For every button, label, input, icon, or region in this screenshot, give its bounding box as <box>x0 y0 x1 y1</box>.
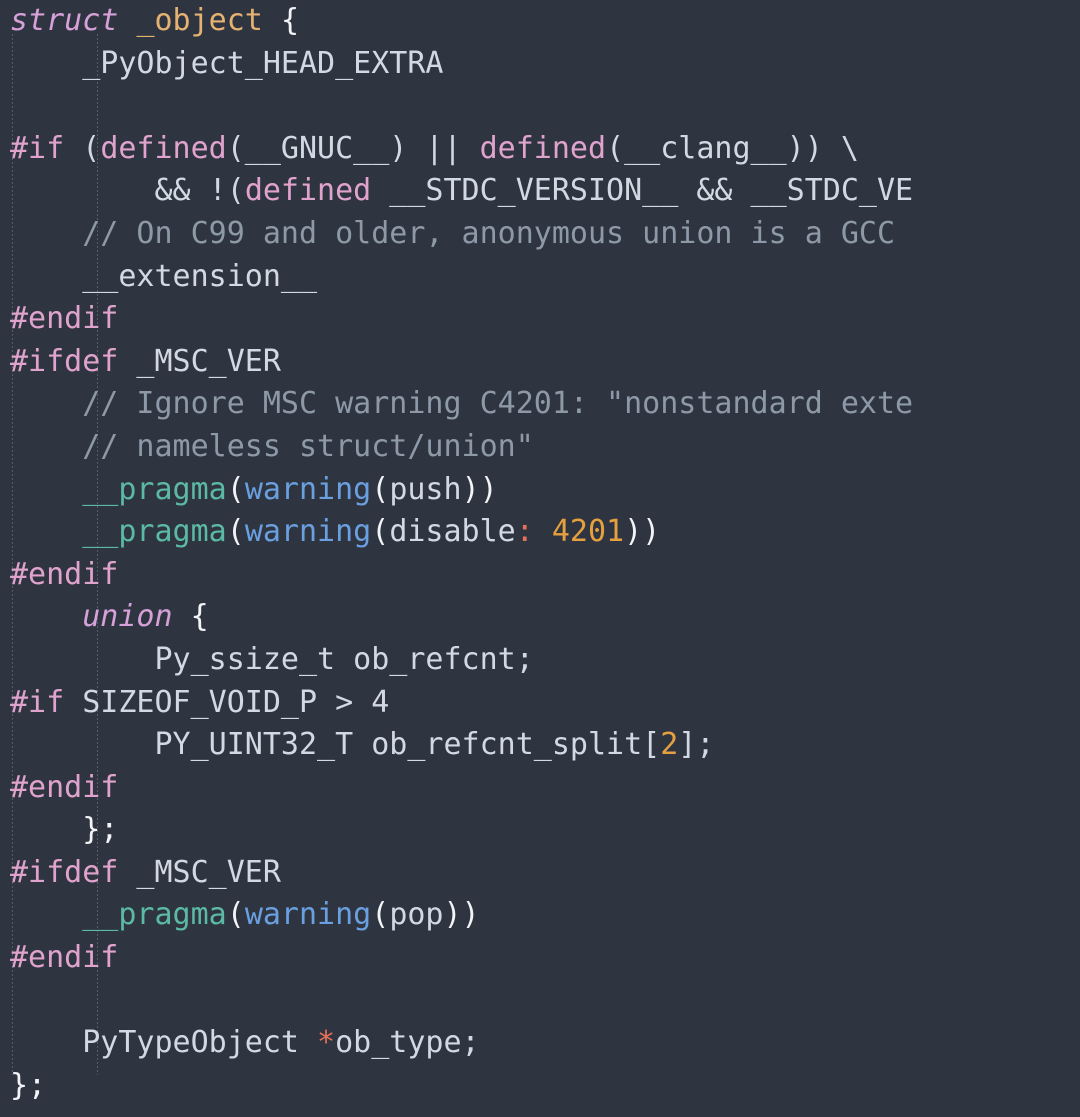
code-line[interactable]: _PyObject_HEAD_EXTRA <box>0 43 1080 86</box>
code-line[interactable]: Py_ssize_t ob_refcnt; <box>0 639 1080 682</box>
token-plain: ob_type; <box>335 1025 480 1061</box>
token-plain: __extension__ <box>10 258 318 294</box>
token-arg: warning <box>244 514 372 550</box>
token-kw: union <box>82 599 173 635</box>
token-pp: #endif <box>10 940 119 976</box>
code-line[interactable]: __extension__ <box>0 256 1080 299</box>
code-line[interactable]: PyTypeObject *ob_type; <box>0 1022 1080 1065</box>
code-line[interactable]: #if (defined(__GNUC__) || defined(__clan… <box>0 128 1080 171</box>
token-white: }; <box>82 812 119 848</box>
token-white: )) <box>443 897 480 933</box>
token-comment: // Ignore MSC warning C4201: "nonstandar… <box>10 386 914 422</box>
token-white: ( <box>371 514 390 550</box>
token-plain: _MSC_VER <box>118 854 281 890</box>
token-plain: _PyObject_HEAD_EXTRA <box>10 45 444 81</box>
code-line[interactable]: __pragma(warning(push)) <box>0 469 1080 512</box>
code-content[interactable]: struct _object { _PyObject_HEAD_EXTRA #i… <box>0 0 1080 1107</box>
token-white: ( <box>226 897 245 933</box>
code-line[interactable] <box>0 980 1080 1023</box>
code-line[interactable]: #endif <box>0 767 1080 810</box>
code-line[interactable]: // Ignore MSC warning C4201: "nonstandar… <box>0 383 1080 426</box>
token-comment: // nameless struct/union" <box>10 428 534 464</box>
token-plain: ( <box>82 130 101 166</box>
token-white: { <box>190 599 209 635</box>
code-line[interactable]: #ifdef _MSC_VER <box>0 341 1080 384</box>
code-line[interactable]: union { <box>0 596 1080 639</box>
token-white: ( <box>371 897 390 933</box>
token-pp: #ifdef <box>10 854 119 890</box>
code-line[interactable]: && !(defined __STDC_VERSION__ && __STDC_… <box>0 170 1080 213</box>
token-plain: push <box>389 471 462 507</box>
token-white: ( <box>226 514 245 550</box>
token-plain: ]; <box>678 727 715 763</box>
token-white: ( <box>226 471 245 507</box>
token-op: : <box>515 514 534 550</box>
token-pp: defined <box>244 173 372 209</box>
token-func: __pragma <box>82 471 227 507</box>
token-arg: warning <box>244 471 372 507</box>
code-line[interactable]: #if SIZEOF_VOID_P > 4 <box>0 682 1080 725</box>
token-plain: && !( <box>10 173 245 209</box>
token-plain: PyTypeObject <box>10 1025 318 1061</box>
code-line[interactable]: #endif <box>0 298 1080 341</box>
token-white: }; <box>10 1067 47 1103</box>
token-plain: PY_UINT32_T ob_refcnt_split[ <box>10 727 661 763</box>
code-line[interactable]: // On C99 and older, anonymous union is … <box>0 213 1080 256</box>
token-plain: Py_ssize_t ob_refcnt; <box>10 641 534 677</box>
token-func: __pragma <box>82 897 227 933</box>
token-pp: defined <box>479 130 607 166</box>
token-plain: _MSC_VER <box>118 343 281 379</box>
token-pp: #if <box>10 130 65 166</box>
token-white: )) <box>624 514 661 550</box>
token-pp: #ifdef <box>10 343 119 379</box>
token-plain: (__clang__)) \ <box>606 130 859 166</box>
token-pp: #endif <box>10 769 119 805</box>
token-plain: disable <box>389 514 516 550</box>
code-line[interactable]: #endif <box>0 554 1080 597</box>
code-line[interactable]: #endif <box>0 937 1080 980</box>
code-line[interactable]: }; <box>0 1065 1080 1108</box>
code-line[interactable] <box>0 85 1080 128</box>
token-plain: pop <box>389 897 444 933</box>
token-comment: // On C99 and older, anonymous union is … <box>10 215 896 251</box>
token-num: 4201 <box>551 514 625 550</box>
token-func: __pragma <box>82 514 227 550</box>
token-plain: __STDC_VERSION__ && __STDC_VE <box>371 173 914 209</box>
token-white: ( <box>371 471 390 507</box>
code-line[interactable]: #ifdef _MSC_VER <box>0 852 1080 895</box>
code-line[interactable]: PY_UINT32_T ob_refcnt_split[2]; <box>0 724 1080 767</box>
code-line[interactable]: struct _object { <box>0 0 1080 43</box>
code-line[interactable]: }; <box>0 809 1080 852</box>
token-num: 2 <box>660 727 679 763</box>
token-white: { <box>280 3 299 38</box>
token-arg: warning <box>244 897 372 933</box>
token-plain: (__GNUC__) || <box>226 130 480 166</box>
token-pp: #endif <box>10 301 119 337</box>
token-white: )) <box>461 471 498 507</box>
token-pp: #endif <box>10 556 119 592</box>
token-plain: SIZEOF_VOID_P > 4 <box>64 684 390 720</box>
code-line[interactable]: // nameless struct/union" <box>0 426 1080 469</box>
code-line[interactable]: __pragma(warning(disable: 4201)) <box>0 511 1080 554</box>
code-line[interactable]: __pragma(warning(pop)) <box>0 894 1080 937</box>
token-pp: #if <box>10 684 65 720</box>
token-type: _object <box>136 3 263 38</box>
code-viewer[interactable]: struct _object { _PyObject_HEAD_EXTRA #i… <box>0 0 1080 1117</box>
token-pp: defined <box>100 130 227 166</box>
token-kw: struct <box>10 3 119 38</box>
token-op: * <box>317 1025 336 1061</box>
